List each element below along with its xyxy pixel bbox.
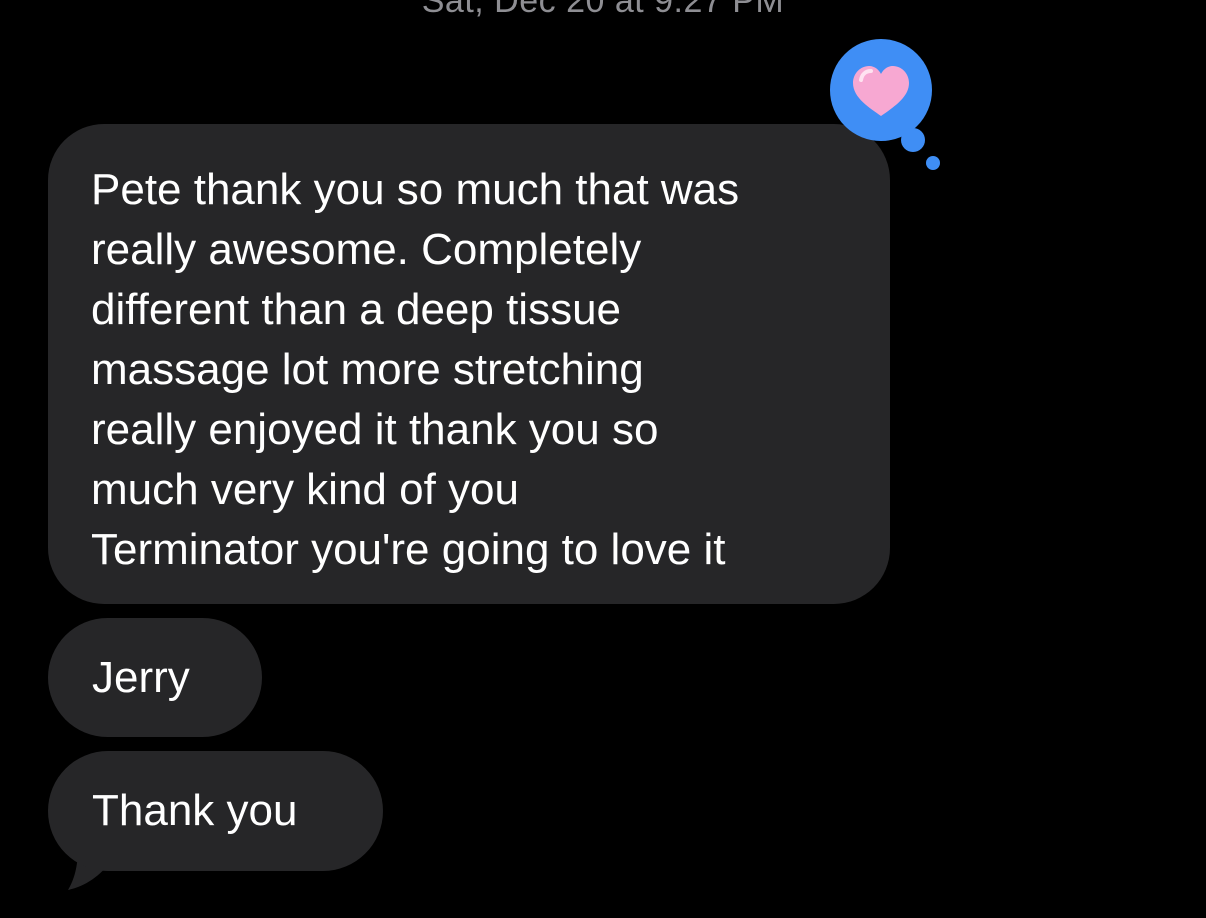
message-text-line: Terminator you're going to love it <box>91 525 726 574</box>
tapback-reaction[interactable] <box>826 38 946 178</box>
message-text-line: really enjoyed it thank you so <box>91 405 659 454</box>
message-text-line: really awesome. Completely <box>91 225 642 274</box>
message-text-line: massage lot more stretching <box>91 345 644 394</box>
message-bubble[interactable]: Jerry <box>48 618 262 737</box>
timestamp: Sat, Dec 20 at 9:27 PM <box>421 0 785 20</box>
message-bubble[interactable]: Thank you <box>48 751 383 871</box>
heart-icon <box>830 39 940 170</box>
message-text: Thank you <box>92 786 298 835</box>
message-text-line: different than a deep tissue <box>91 285 622 334</box>
message-text-line: Pete thank you so much that was <box>91 165 740 214</box>
message-text: Jerry <box>92 653 190 702</box>
message-bubble[interactable]: Pete thank you so much that was really a… <box>48 124 890 604</box>
message-text-line: much very kind of you <box>91 465 519 514</box>
